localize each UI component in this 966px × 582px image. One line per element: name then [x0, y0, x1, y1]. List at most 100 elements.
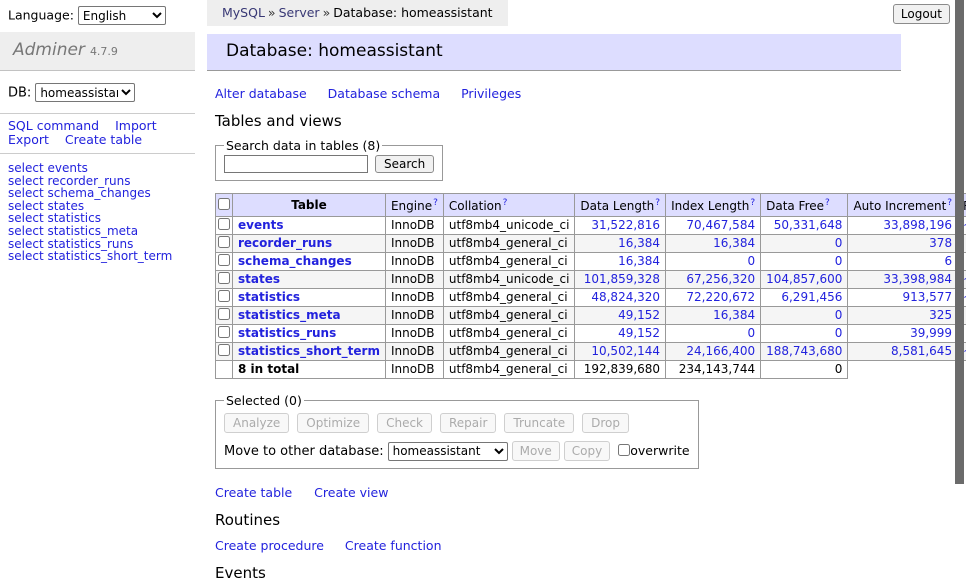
row-checkbox[interactable] — [218, 218, 230, 230]
help-icon[interactable]: ? — [750, 198, 755, 208]
help-icon[interactable]: ? — [825, 198, 830, 208]
row-checkbox[interactable] — [218, 236, 230, 248]
breadcrumb-mysql-link[interactable]: MySQL — [222, 5, 265, 20]
data-free-link[interactable]: 188,743,680 — [766, 344, 842, 358]
row-checkbox[interactable] — [218, 272, 230, 284]
app-version: 4.7.9 — [90, 45, 118, 58]
create-function-link[interactable]: Create function — [345, 538, 442, 553]
privileges-link[interactable]: Privileges — [461, 86, 521, 101]
table-name-link[interactable]: states — [238, 272, 280, 286]
vertical-scrollbar[interactable] — [955, 0, 964, 484]
move-button[interactable]: Move — [512, 441, 560, 461]
data-free-link[interactable]: 0 — [835, 326, 843, 340]
db-select[interactable]: homeassistant — [35, 83, 135, 102]
truncate-button[interactable]: Truncate — [504, 413, 574, 433]
language-row: Language: English — [0, 0, 195, 25]
table-name-link[interactable]: schema_changes — [238, 254, 352, 268]
data-length-link[interactable]: 31,522,816 — [591, 218, 660, 232]
sidebar-item-select-statistics-short-term[interactable]: select statistics_short_term — [8, 250, 187, 263]
engine-cell: InnoDB — [385, 271, 443, 289]
auto-increment-link[interactable]: 33,398,984 — [883, 272, 952, 286]
help-icon[interactable]: ? — [947, 198, 952, 208]
index-length-link[interactable]: 0 — [747, 254, 755, 268]
auto-increment-link[interactable]: 913,577 — [902, 290, 952, 304]
index-length-link[interactable]: 70,467,584 — [686, 218, 755, 232]
help-icon[interactable]: ? — [433, 198, 438, 208]
sidebar-item-select-events[interactable]: select events — [8, 162, 187, 175]
engine-cell: InnoDB — [385, 253, 443, 271]
data-free-link[interactable]: 0 — [835, 308, 843, 322]
search-input[interactable] — [224, 155, 368, 173]
sql-command-link[interactable]: SQL command — [8, 118, 99, 133]
data-free-link[interactable]: 104,857,600 — [766, 272, 842, 286]
auto-increment-link[interactable]: 39,999 — [910, 326, 952, 340]
alter-database-link[interactable]: Alter database — [215, 86, 307, 101]
collation-cell: utf8mb4_general_ci — [443, 235, 575, 253]
create-procedure-link[interactable]: Create procedure — [215, 538, 324, 553]
data-length-link[interactable]: 49,152 — [618, 308, 660, 322]
data-free-link[interactable]: 50,331,648 — [774, 218, 843, 232]
main-content: MySQL»Server»Database: homeassistant Dat… — [207, 0, 959, 582]
language-label: Language: — [8, 8, 74, 23]
create-table-link-sidebar[interactable]: Create table — [65, 132, 142, 147]
repair-button[interactable]: Repair — [440, 413, 496, 433]
export-link[interactable]: Export — [8, 132, 49, 147]
row-checkbox[interactable] — [218, 308, 230, 320]
row-checkbox[interactable] — [218, 290, 230, 302]
index-length-link[interactable]: 0 — [747, 326, 755, 340]
table-name-link[interactable]: statistics_meta — [238, 308, 341, 322]
auto-increment-link[interactable]: 378 — [929, 236, 952, 250]
column-header-engine: Engine? — [385, 194, 443, 217]
table-name-link[interactable]: statistics_short_term — [238, 344, 380, 358]
index-length-link[interactable]: 16,384 — [713, 308, 755, 322]
import-link[interactable]: Import — [115, 118, 157, 133]
help-icon[interactable]: ? — [503, 198, 508, 208]
data-length-link[interactable]: 49,152 — [618, 326, 660, 340]
language-select[interactable]: English — [78, 6, 166, 25]
db-selector-row: DB:homeassistant — [0, 71, 195, 113]
table-name-link[interactable]: events — [238, 218, 284, 232]
sidebar-item-select-statistics-meta[interactable]: select statistics_meta — [8, 225, 187, 238]
auto-increment-link[interactable]: 8,581,645 — [891, 344, 952, 358]
index-length-link[interactable]: 67,256,320 — [686, 272, 755, 286]
check-button[interactable]: Check — [377, 413, 432, 433]
index-length-link[interactable]: 24,166,400 — [686, 344, 755, 358]
create-table-link[interactable]: Create table — [215, 485, 292, 500]
row-checkbox[interactable] — [218, 344, 230, 356]
create-view-link[interactable]: Create view — [314, 485, 388, 500]
data-free-link[interactable]: 6,291,456 — [781, 290, 842, 304]
move-db-select[interactable]: homeassistant — [388, 442, 508, 461]
optimize-button[interactable]: Optimize — [297, 413, 369, 433]
sidebar-item-select-schema-changes[interactable]: select schema_changes — [8, 187, 187, 200]
row-checkbox[interactable] — [218, 254, 230, 266]
search-button[interactable]: Search — [375, 155, 434, 173]
data-length-link[interactable]: 48,824,320 — [591, 290, 660, 304]
index-length-link[interactable]: 16,384 — [713, 236, 755, 250]
database-schema-link[interactable]: Database schema — [328, 86, 440, 101]
collation-cell: utf8mb4_general_ci — [443, 307, 575, 325]
index-length-link[interactable]: 72,220,672 — [686, 290, 755, 304]
data-length-link[interactable]: 16,384 — [618, 254, 660, 268]
table-row: events InnoDB utf8mb4_unicode_ci 31,522,… — [216, 217, 966, 235]
help-icon[interactable]: ? — [655, 198, 660, 208]
column-header-index-length: Index Length? — [666, 194, 761, 217]
table-name-link[interactable]: statistics_runs — [238, 326, 336, 340]
row-checkbox[interactable] — [218, 326, 230, 338]
auto-increment-link[interactable]: 33,898,196 — [883, 218, 952, 232]
data-length-link[interactable]: 101,859,328 — [584, 272, 660, 286]
data-length-link[interactable]: 10,502,144 — [591, 344, 660, 358]
data-free-link[interactable]: 0 — [835, 254, 843, 268]
table-row: states InnoDB utf8mb4_unicode_ci 101,859… — [216, 271, 966, 289]
data-length-link[interactable]: 16,384 — [618, 236, 660, 250]
auto-increment-link[interactable]: 6 — [944, 254, 952, 268]
overwrite-checkbox[interactable] — [618, 444, 630, 456]
analyze-button[interactable]: Analyze — [224, 413, 289, 433]
auto-increment-link[interactable]: 325 — [929, 308, 952, 322]
data-free-link[interactable]: 0 — [835, 236, 843, 250]
copy-button[interactable]: Copy — [564, 441, 610, 461]
drop-button[interactable]: Drop — [582, 413, 629, 433]
select-all-checkbox[interactable] — [218, 198, 230, 210]
table-name-link[interactable]: recorder_runs — [238, 236, 332, 250]
breadcrumb-server-link[interactable]: Server — [279, 5, 320, 20]
table-name-link[interactable]: statistics — [238, 290, 300, 304]
